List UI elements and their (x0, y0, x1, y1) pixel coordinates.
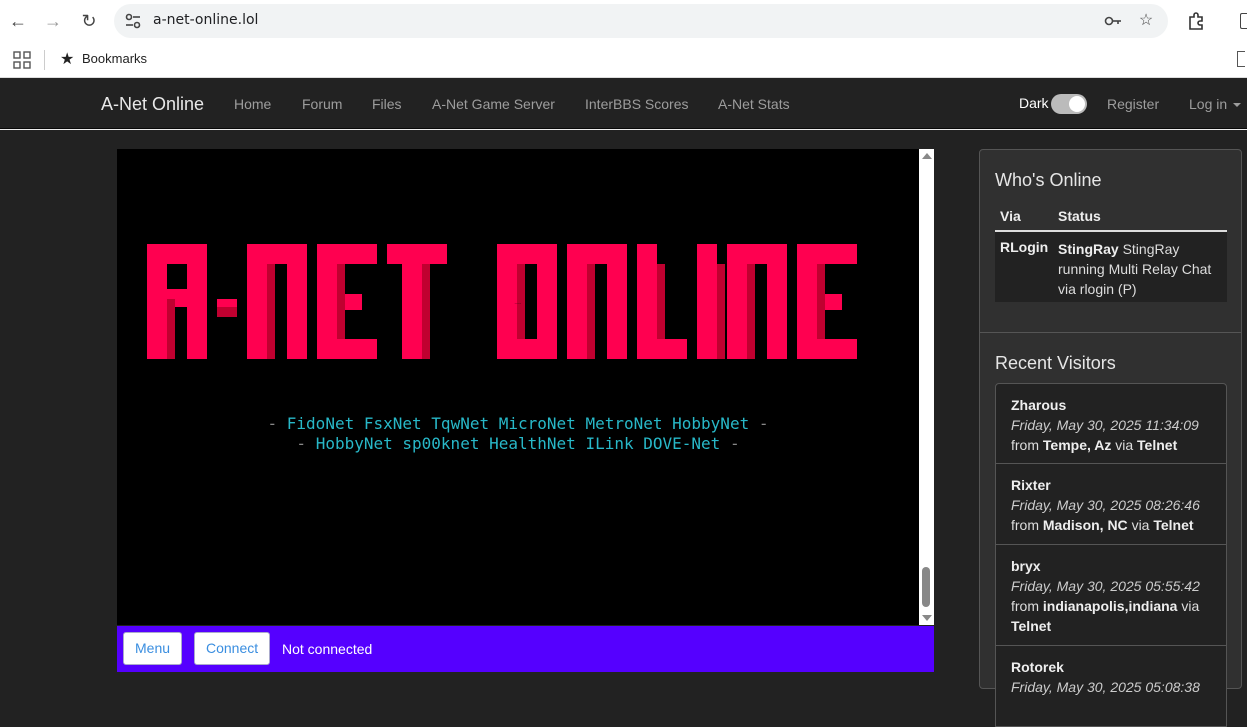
visit-date: Friday, May 30, 2025 05:08:38 (1011, 679, 1200, 695)
nav-game-server[interactable]: A-Net Game Server (432, 96, 555, 112)
from-label: from (1011, 598, 1039, 614)
whos-online-title: Who's Online (995, 170, 1102, 190)
col-via: Via (1000, 208, 1021, 224)
browser-toolbar: ← → ↻ a-net-online.lol ☆ (0, 0, 1247, 42)
table-row: RLogin StingRay StingRay running Multi R… (995, 232, 1227, 302)
nav-register[interactable]: Register (1107, 96, 1159, 112)
site-brand[interactable]: A-Net Online (101, 94, 204, 115)
extensions-icon[interactable] (1186, 10, 1208, 32)
from-label: from (1011, 517, 1039, 533)
nav-forum[interactable]: Forum (302, 96, 342, 112)
side-panel-icon[interactable] (1240, 13, 1247, 29)
networks-line-1: - FidoNet FsxNet TqwNet MicroNet MetroNe… (267, 414, 769, 433)
whos-online-table: Via Status RLogin StingRay StingRay runn… (995, 202, 1227, 302)
recent-visitors-list: Zharous Friday, May 30, 2025 11:34:09 fr… (995, 383, 1227, 727)
dark-mode-toggle[interactable] (1051, 94, 1087, 114)
visitor-name[interactable]: Rixter (1011, 477, 1051, 493)
visitor-location: Madison, NC (1042, 517, 1128, 533)
back-icon[interactable]: ← (7, 10, 29, 32)
connect-button[interactable]: Connect (194, 632, 271, 665)
from-label: from (1011, 437, 1039, 453)
online-user[interactable]: StingRay (1058, 241, 1119, 257)
bookmark-star-icon[interactable]: ☆ (1137, 12, 1155, 30)
networks-line-2: - HobbyNet sp00knet HealthNet ILink DOVE… (296, 434, 740, 453)
bookmarks-star-icon: ★ (60, 51, 75, 68)
caret-down-icon (1233, 103, 1242, 108)
online-via: RLogin (1000, 239, 1049, 255)
site-navbar: A-Net Online Home Forum Files A-Net Game… (0, 79, 1247, 129)
ansi-logo: A-NET ONLINE (147, 244, 857, 359)
visitor-location: Tempe, Az (1042, 437, 1112, 453)
nav-login[interactable]: Log in (1189, 96, 1242, 112)
nav-stats[interactable]: A-Net Stats (718, 96, 790, 112)
connection-status: Not connected (282, 641, 373, 657)
reload-icon[interactable]: ↻ (78, 10, 100, 32)
visitor-name[interactable]: bryx (1011, 558, 1041, 574)
scroll-thumb[interactable] (922, 567, 930, 607)
visit-via: Telnet (1011, 618, 1052, 634)
network-ilink: ILink (585, 434, 634, 453)
folder-icon[interactable] (1237, 51, 1245, 67)
list-item: Zharous Friday, May 30, 2025 11:34:09 fr… (995, 383, 1227, 464)
apps-grid-icon[interactable] (13, 51, 31, 69)
terminal-control-bar: Menu Connect Not connected (117, 626, 934, 672)
via-label: via (1131, 517, 1150, 533)
sidebar-panel: Who's Online Via Status RLogin StingRay … (979, 149, 1242, 727)
visit-date: Friday, May 30, 2025 08:26:46 (1011, 497, 1200, 513)
navbar-divider (0, 129, 1247, 130)
network-fsxnet: FsxNet (363, 414, 422, 433)
bbs-terminal[interactable]: A-NET ONLINE - FidoNet FsxNet TqwNet Mic… (117, 149, 919, 625)
network-healthnet: HealthNet (489, 434, 576, 453)
bookmarks-divider (44, 50, 45, 70)
network-sp00knet: sp00knet (402, 434, 480, 453)
visitor-name[interactable]: Zharous (1011, 397, 1066, 413)
recent-visitors-title: Recent Visitors (995, 353, 1116, 373)
network-fidonet: FidoNet (286, 414, 355, 433)
list-item: Rotorek Friday, May 30, 2025 05:08:38 (995, 646, 1227, 727)
address-bar[interactable]: a-net-online.lol ☆ (114, 4, 1168, 38)
visit-via: Telnet (1153, 517, 1194, 533)
toggle-knob (1069, 96, 1085, 112)
via-label: via (1181, 598, 1200, 614)
scroll-down-icon[interactable] (922, 615, 932, 621)
menu-button[interactable]: Menu (123, 632, 183, 665)
visit-date: Friday, May 30, 2025 05:55:42 (1011, 578, 1200, 594)
scroll-up-icon[interactable] (922, 153, 932, 159)
terminal-scrollbar[interactable] (919, 149, 934, 625)
bookmarks-folder[interactable]: Bookmarks (82, 51, 147, 66)
bookmarks-bar: ★ Bookmarks (0, 42, 1247, 78)
url-text[interactable]: a-net-online.lol (153, 12, 258, 28)
visit-date: Friday, May 30, 2025 11:34:09 (1011, 417, 1199, 433)
forward-icon[interactable]: → (42, 10, 64, 32)
nav-files[interactable]: Files (372, 96, 402, 112)
network-metronet: MetroNet (585, 414, 663, 433)
network-micronet: MicroNet (498, 414, 576, 433)
visit-via: Telnet (1137, 437, 1178, 453)
col-status: Status (1058, 208, 1101, 224)
dark-mode-label: Dark (1019, 95, 1049, 111)
list-item: bryx Friday, May 30, 2025 05:55:42 from … (995, 545, 1227, 646)
network-tqwnet: TqwNet (431, 414, 490, 433)
nav-home[interactable]: Home (234, 96, 271, 112)
network-hobbynet: HobbyNet (672, 414, 750, 433)
online-status: StingRay StingRay running Multi Relay Ch… (1058, 239, 1228, 299)
visitor-name[interactable]: Rotorek (1011, 659, 1064, 675)
sidebar-divider (980, 332, 1241, 333)
list-item: Rixter Friday, May 30, 2025 08:26:46 fro… (995, 464, 1227, 545)
network-dove-net: DOVE-Net (643, 434, 721, 453)
nav-interbbs-scores[interactable]: InterBBS Scores (585, 96, 689, 112)
visitor-location: indianapolis,indiana (1042, 598, 1178, 614)
login-label: Log in (1189, 96, 1228, 112)
via-label: via (1115, 437, 1134, 453)
network-hobbynet-2: HobbyNet (315, 434, 393, 453)
table-header: Via Status (995, 202, 1227, 232)
key-icon[interactable] (1104, 12, 1122, 30)
site-settings-icon[interactable] (124, 12, 142, 30)
